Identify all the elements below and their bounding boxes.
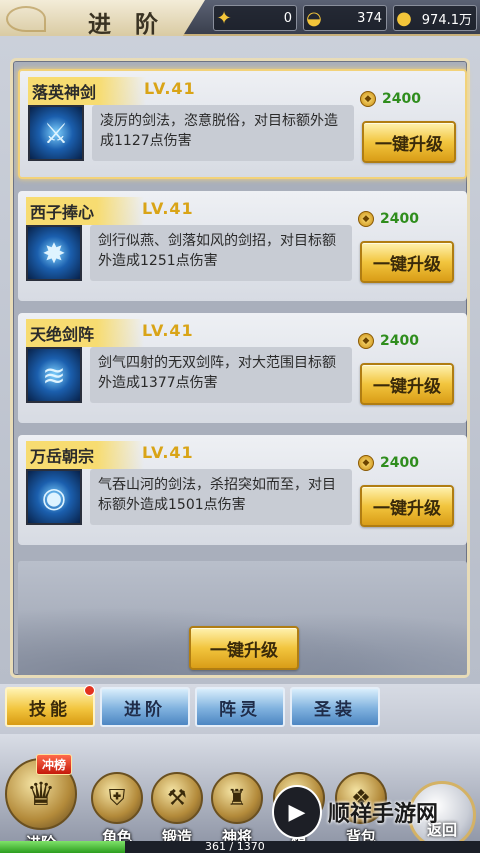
skill-description: 剑行似燕、剑落如风的剑招，对目标额外造成1251点伤害: [90, 225, 352, 281]
armor-icon: ⛨: [91, 772, 143, 824]
skill-name: 落英神剑: [28, 77, 147, 105]
power-value: 0: [283, 10, 292, 26]
play-icon: ▶: [272, 785, 322, 839]
tab-holy-gear[interactable]: 圣装: [290, 687, 380, 727]
cost-value: 2400: [380, 333, 419, 349]
cost-value: 2400: [380, 211, 419, 227]
power-icon: ✦: [216, 7, 232, 29]
skill-description: 凌厉的剑法，恣意脱俗，对目标额外造成1127点伤害: [92, 105, 354, 161]
bottom-nav: ♛ 进阶 冲榜 ⛨ 角色 ⚒ 锻造 ♜ 神将 ✧ 精 ❖ 背包 返回 ▶ 顺祥手…: [0, 734, 480, 853]
nav-character[interactable]: ⛨ 角色: [86, 761, 148, 847]
rank-badge[interactable]: 冲榜: [36, 754, 73, 775]
ingot-icon: ◒: [306, 7, 322, 29]
upgrade-button[interactable]: 一键升级: [360, 363, 454, 405]
skill-card[interactable]: 万岳朝宗 LV.41 ◉ 气吞山河的剑法，杀招突如而至，对目标额外造成1501点…: [18, 435, 467, 545]
nav-forge[interactable]: ⚒ 锻造: [146, 761, 208, 847]
exp-fill: [0, 841, 125, 853]
tab-label: 阵灵: [219, 699, 261, 720]
general-icon: ♜: [211, 772, 263, 824]
sub-tabs: 技能 进阶 阵灵 圣装: [0, 684, 480, 734]
page-title: 进 阶: [88, 11, 167, 38]
tab-advance[interactable]: 进阶: [100, 687, 190, 727]
coin-icon: ◆: [358, 333, 374, 349]
skill-name: 天绝剑阵: [26, 319, 145, 347]
ingot-value: 374: [357, 10, 382, 26]
skill-cost: ◆ 2400: [360, 91, 421, 107]
coin-icon: ◆: [360, 91, 376, 107]
cost-value: 2400: [380, 455, 419, 471]
cost-value: 2400: [382, 91, 421, 107]
watermark: ▶ 顺祥手游网: [272, 781, 472, 843]
sword-skill-icon: ⚔: [28, 105, 84, 161]
coin-value: 974.1万: [421, 12, 472, 28]
lightning-skill-icon: ✸: [26, 225, 82, 281]
coin-icon: ◆: [358, 211, 374, 227]
tab-label: 技能: [29, 699, 71, 720]
title-plate: 进 阶: [0, 0, 205, 40]
skill-cost: ◆ 2400: [358, 211, 419, 227]
coin-icon: ●: [396, 7, 412, 29]
upgrade-button[interactable]: 一键升级: [360, 485, 454, 527]
coin-counter[interactable]: ● 974.1万: [393, 5, 477, 31]
ingot-counter[interactable]: ◒ 374: [303, 5, 387, 31]
notification-dot-icon: [84, 685, 95, 696]
tab-label: 圣装: [314, 699, 356, 720]
ornament-icon: [6, 6, 46, 32]
tab-skills[interactable]: 技能: [5, 685, 95, 727]
skill-level: LV.41: [142, 321, 194, 340]
skill-panel: 落英神剑 LV.41 ⚔ 凌厉的剑法，恣意脱俗，对目标额外造成1127点伤害 ◆…: [10, 58, 470, 678]
skill-cost: ◆ 2400: [358, 333, 419, 349]
exp-bar: 361 / 1370: [0, 841, 480, 853]
skill-name: 西子捧心: [26, 197, 145, 225]
tab-label: 进阶: [124, 699, 166, 720]
skill-card[interactable]: 落英神剑 LV.41 ⚔ 凌厉的剑法，恣意脱俗，对目标额外造成1127点伤害 ◆…: [18, 69, 467, 179]
skill-name: 万岳朝宗: [26, 441, 145, 469]
upgrade-all-button[interactable]: 一键升级: [189, 626, 299, 670]
exp-text: 361 / 1370: [205, 840, 265, 853]
skill-level: LV.41: [142, 199, 194, 218]
upgrade-button[interactable]: 一键升级: [362, 121, 456, 163]
upgrade-button[interactable]: 一键升级: [360, 241, 454, 283]
coin-icon: ◆: [358, 455, 374, 471]
skill-card[interactable]: 天绝剑阵 LV.41 ≋ 剑气四射的无双剑阵，对大范围目标额外造成1377点伤害…: [18, 313, 467, 423]
vortex-skill-icon: ◉: [26, 469, 82, 525]
watermark-text: 顺祥手游网: [328, 802, 439, 827]
top-bar: 进 阶 ✦ 0 ◒ 374 ● 974.1万: [0, 0, 480, 40]
skill-level: LV.41: [144, 79, 196, 98]
skill-level: LV.41: [142, 443, 194, 462]
skill-card[interactable]: 西子捧心 LV.41 ✸ 剑行似燕、剑落如风的剑招，对目标额外造成1251点伤害…: [18, 191, 467, 301]
skill-cost: ◆ 2400: [358, 455, 419, 471]
whirlwind-skill-icon: ≋: [26, 347, 82, 403]
hammer-icon: ⚒: [151, 772, 203, 824]
power-counter: ✦ 0: [213, 5, 297, 31]
skill-description: 剑气四射的无双剑阵，对大范围目标额外造成1377点伤害: [90, 347, 352, 403]
nav-general[interactable]: ♜ 神将: [206, 761, 268, 847]
main-area: 落英神剑 LV.41 ⚔ 凌厉的剑法，恣意脱俗，对目标额外造成1127点伤害 ◆…: [0, 36, 480, 684]
tab-formation-spirit[interactable]: 阵灵: [195, 687, 285, 727]
skill-description: 气吞山河的剑法，杀招突如而至，对目标额外造成1501点伤害: [90, 469, 352, 525]
